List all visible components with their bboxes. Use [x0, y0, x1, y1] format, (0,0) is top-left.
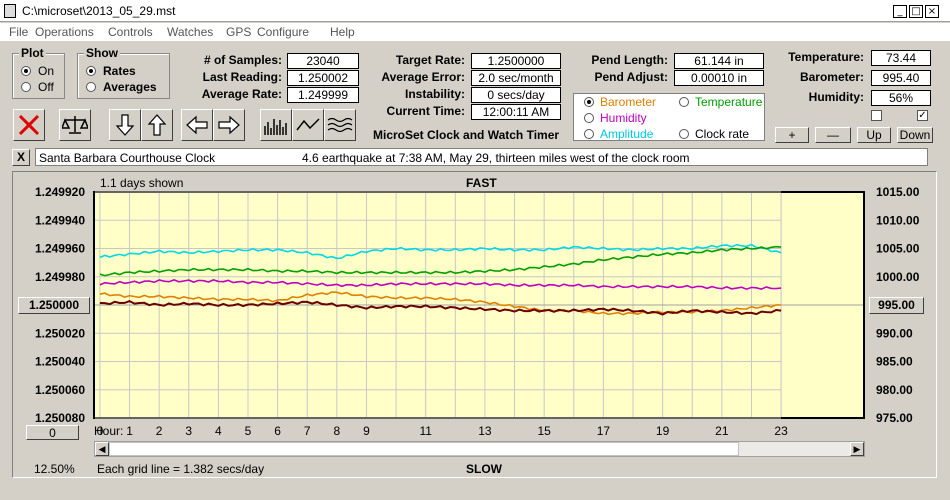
y-right-tick-label: 980.00	[876, 383, 913, 397]
hour-tick-label: 2	[156, 424, 163, 438]
hour-tick-label: 23	[774, 424, 788, 438]
hour-tick-label: 17	[597, 424, 611, 438]
y-left-tick-label: 1.250040	[35, 355, 85, 369]
scroll-right-button[interactable]: ▶	[850, 442, 864, 456]
y-right-tick-label: 990.00	[876, 326, 913, 340]
hour-tick-label: 13	[478, 424, 492, 438]
y-right-tick-label: 1015.00	[876, 185, 920, 199]
hour-tick-label: 5	[245, 424, 252, 438]
hour-tick-label: 9	[363, 424, 370, 438]
right-marker-button[interactable]: 995.00	[869, 297, 924, 314]
y-right-tick-label: 1005.00	[876, 242, 920, 256]
hour-axis-label: Hour:	[94, 424, 124, 438]
scroll-thumb[interactable]	[109, 442, 739, 456]
zero-button[interactable]: 0	[26, 425, 79, 440]
hour-tick-label: 1	[126, 424, 133, 438]
left-marker-button[interactable]: 1.250000	[18, 297, 90, 314]
y-right-tick-label: 1000.00	[876, 270, 920, 284]
y-left-tick-label: 1.250020	[35, 326, 85, 340]
y-left-tick-label: 1.249960	[35, 242, 85, 256]
y-right-tick-label: 975.00	[876, 411, 913, 425]
y-right-tick-label: 985.00	[876, 355, 913, 369]
hour-tick-label: 21	[715, 424, 729, 438]
y-left-tick-label: 1.250060	[35, 383, 85, 397]
hour-tick-label: 6	[274, 424, 281, 438]
rate-chart: 1.2499201.2499401.2499601.2499801.250000…	[35, 185, 920, 438]
scroll-left-button[interactable]: ◀	[95, 442, 109, 456]
hour-tick-label: 19	[656, 424, 670, 438]
y-left-tick-label: 1.249980	[35, 270, 85, 284]
time-scrollbar[interactable]: ◀ ▶	[94, 441, 865, 457]
y-left-tick-label: 1.249920	[35, 185, 85, 199]
y-left-tick-label: 1.250080	[35, 411, 85, 425]
hour-tick-label: 8	[334, 424, 341, 438]
hour-tick-label: 11	[419, 424, 432, 438]
y-left-tick-label: 1.249940	[35, 213, 85, 227]
y-right-tick-label: 1010.00	[876, 213, 920, 227]
hour-tick-label: 3	[185, 424, 192, 438]
hour-tick-label: 15	[537, 424, 551, 438]
hour-tick-label: 4	[215, 424, 222, 438]
hour-tick-label: 7	[304, 424, 311, 438]
